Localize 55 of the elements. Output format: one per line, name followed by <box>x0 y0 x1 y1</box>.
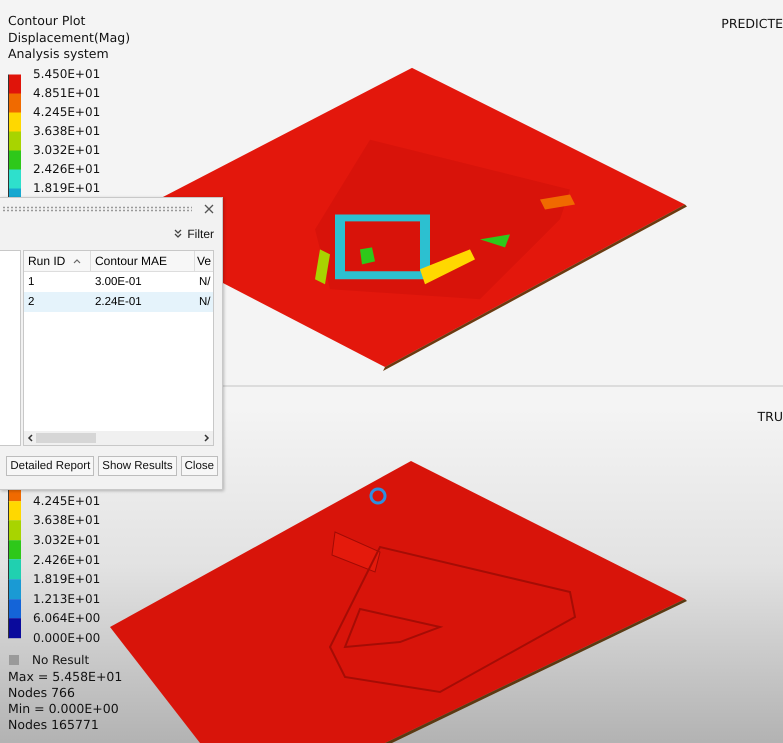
filter-button[interactable]: Filter <box>173 226 214 242</box>
no-result-swatch <box>9 654 19 665</box>
column-header[interactable]: Contour MAE <box>91 251 195 271</box>
legend-value: 4.245E+01 <box>33 104 100 120</box>
legend-value: 3.638E+01 <box>33 512 100 528</box>
legend-value: 3.032E+01 <box>33 532 100 548</box>
legend-value: 1.819E+01 <box>33 180 100 196</box>
legend-value: 6.064E+00 <box>33 610 100 626</box>
legend-value: No Result <box>32 652 90 668</box>
legend-value: 4.245E+01 <box>33 492 100 509</box>
column-header[interactable]: Run ID <box>24 251 91 271</box>
contour-patch <box>540 194 575 210</box>
scroll-left-icon[interactable] <box>27 434 33 442</box>
legend-stat: Min = 0.000E+00 <box>8 701 120 718</box>
legend-stat: Max = 5.458E+01 <box>8 669 122 686</box>
legend-value: 3.032E+01 <box>33 142 100 158</box>
dialog-button[interactable]: Show Results <box>98 456 177 476</box>
close-icon[interactable] <box>204 204 214 214</box>
view-label: PREDICTE <box>721 16 783 31</box>
legend-value: 0.000E+00 <box>33 630 100 646</box>
legend-value: 1.819E+01 <box>33 571 100 588</box>
column-header[interactable]: Ve <box>195 251 212 271</box>
table-cell-text: 1 <box>27 276 36 288</box>
table-cell-text: N/ <box>198 296 210 308</box>
contour-patch <box>420 249 475 284</box>
cursor-ring-icon <box>370 488 386 504</box>
legend-value: 3.638E+01 <box>33 123 100 139</box>
dialog-button[interactable]: Close <box>180 456 218 476</box>
legend-title: Contour Plot <box>8 13 86 30</box>
table-row[interactable]: 1 3.00E-01 N/ <box>24 272 213 292</box>
legend-title: Analysis system <box>8 46 110 62</box>
contour-patch <box>480 234 510 248</box>
table-row[interactable]: 2 2.24E-01 N/ <box>24 292 213 312</box>
raised-pad <box>331 531 381 573</box>
drag-handle[interactable] <box>2 206 192 212</box>
scroll-right-icon[interactable] <box>204 434 210 442</box>
table-cell-text: 2.24E-01 <box>94 296 143 308</box>
dialog-button[interactable]: Detailed Report <box>6 456 94 476</box>
legend-stat: Nodes 766 <box>8 685 76 702</box>
legend-value: 4.851E+01 <box>33 85 100 101</box>
double-chevron-icon <box>173 229 184 239</box>
legend-title: Displacement(Mag) <box>8 30 130 46</box>
legend-stat: Nodes 165771 <box>8 717 100 734</box>
legend-value: 2.426E+01 <box>33 161 100 177</box>
table-cell-text: 3.00E-01 <box>94 276 143 288</box>
table-cell-text: 2 <box>27 296 36 308</box>
legend-value: 2.426E+01 <box>33 552 100 568</box>
contour-patch <box>360 247 375 264</box>
legend-value: 1.213E+01 <box>33 590 100 607</box>
horizontal-scrollbar[interactable] <box>24 431 213 445</box>
view-label: TRU <box>758 409 783 424</box>
legend-value: 5.450E+01 <box>33 66 100 82</box>
table-cell-text: N/ <box>198 276 210 288</box>
contour-patch <box>315 249 330 284</box>
sort-caret-icon <box>73 258 82 264</box>
